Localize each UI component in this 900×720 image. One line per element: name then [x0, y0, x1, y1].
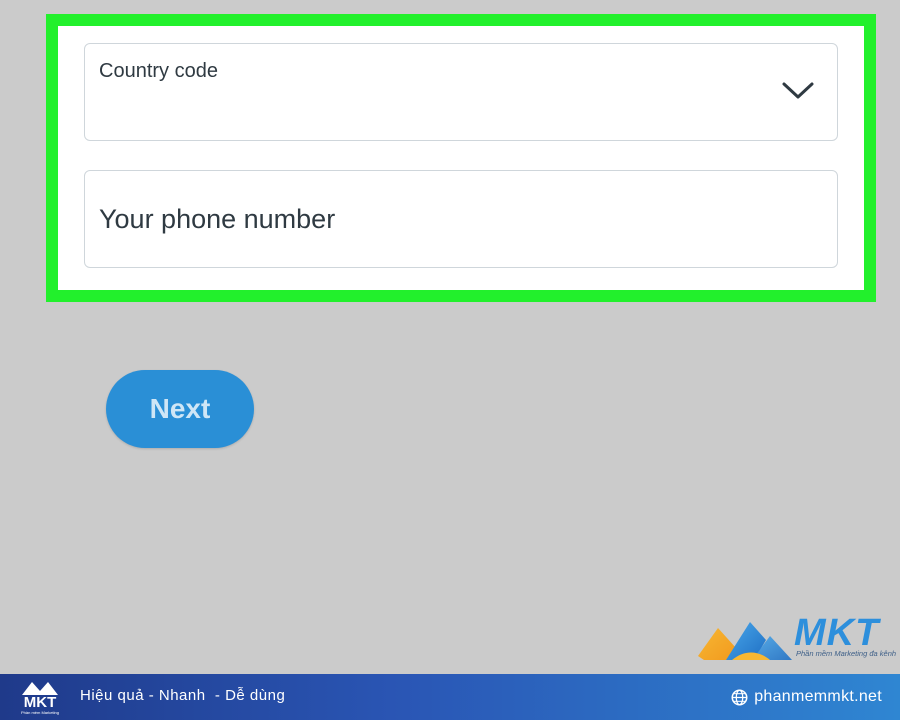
bottom-banner: MKT Phần mềm Marketing Hiệu quả - Nhanh … — [0, 674, 900, 720]
country-code-label: Country code — [99, 60, 218, 82]
banner-slogan: Hiệu quả - Nhanh - Dễ dùng — [80, 687, 286, 704]
form-highlight-frame: Country code — [46, 14, 876, 302]
watermark-tagline: Phần mềm Marketing đa kênh — [796, 649, 897, 658]
next-button[interactable]: Next — [106, 370, 254, 448]
screen: Country code Next — [0, 0, 900, 720]
banner-logo: MKT Phần mềm Marketing — [18, 678, 66, 718]
banner-site-text[interactable]: phanmemmkt.net — [754, 688, 882, 706]
banner-logo-sub: Phần mềm Marketing — [20, 710, 59, 715]
banner-site-link[interactable]: phanmemmkt.net — [731, 687, 882, 707]
chevron-down-icon[interactable] — [781, 78, 815, 102]
banner-logo-text: MKT — [23, 694, 57, 711]
phone-number-field[interactable] — [84, 170, 838, 268]
country-code-select[interactable]: Country code — [84, 43, 838, 141]
watermark-logo: MKT Phần mềm Marketing đa kênh — [696, 612, 896, 664]
mkt-logo-mark-icon — [698, 622, 792, 660]
globe-icon — [731, 689, 748, 705]
phone-number-input[interactable] — [85, 171, 837, 267]
